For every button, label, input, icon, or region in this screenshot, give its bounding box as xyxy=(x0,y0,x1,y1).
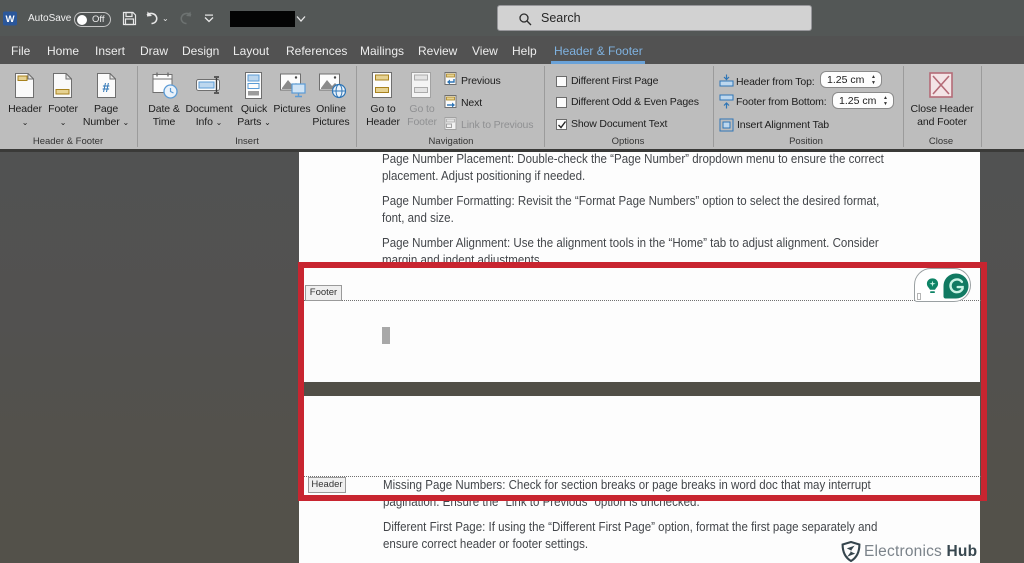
svg-text:#: # xyxy=(102,80,110,95)
svg-text:W: W xyxy=(5,14,15,25)
